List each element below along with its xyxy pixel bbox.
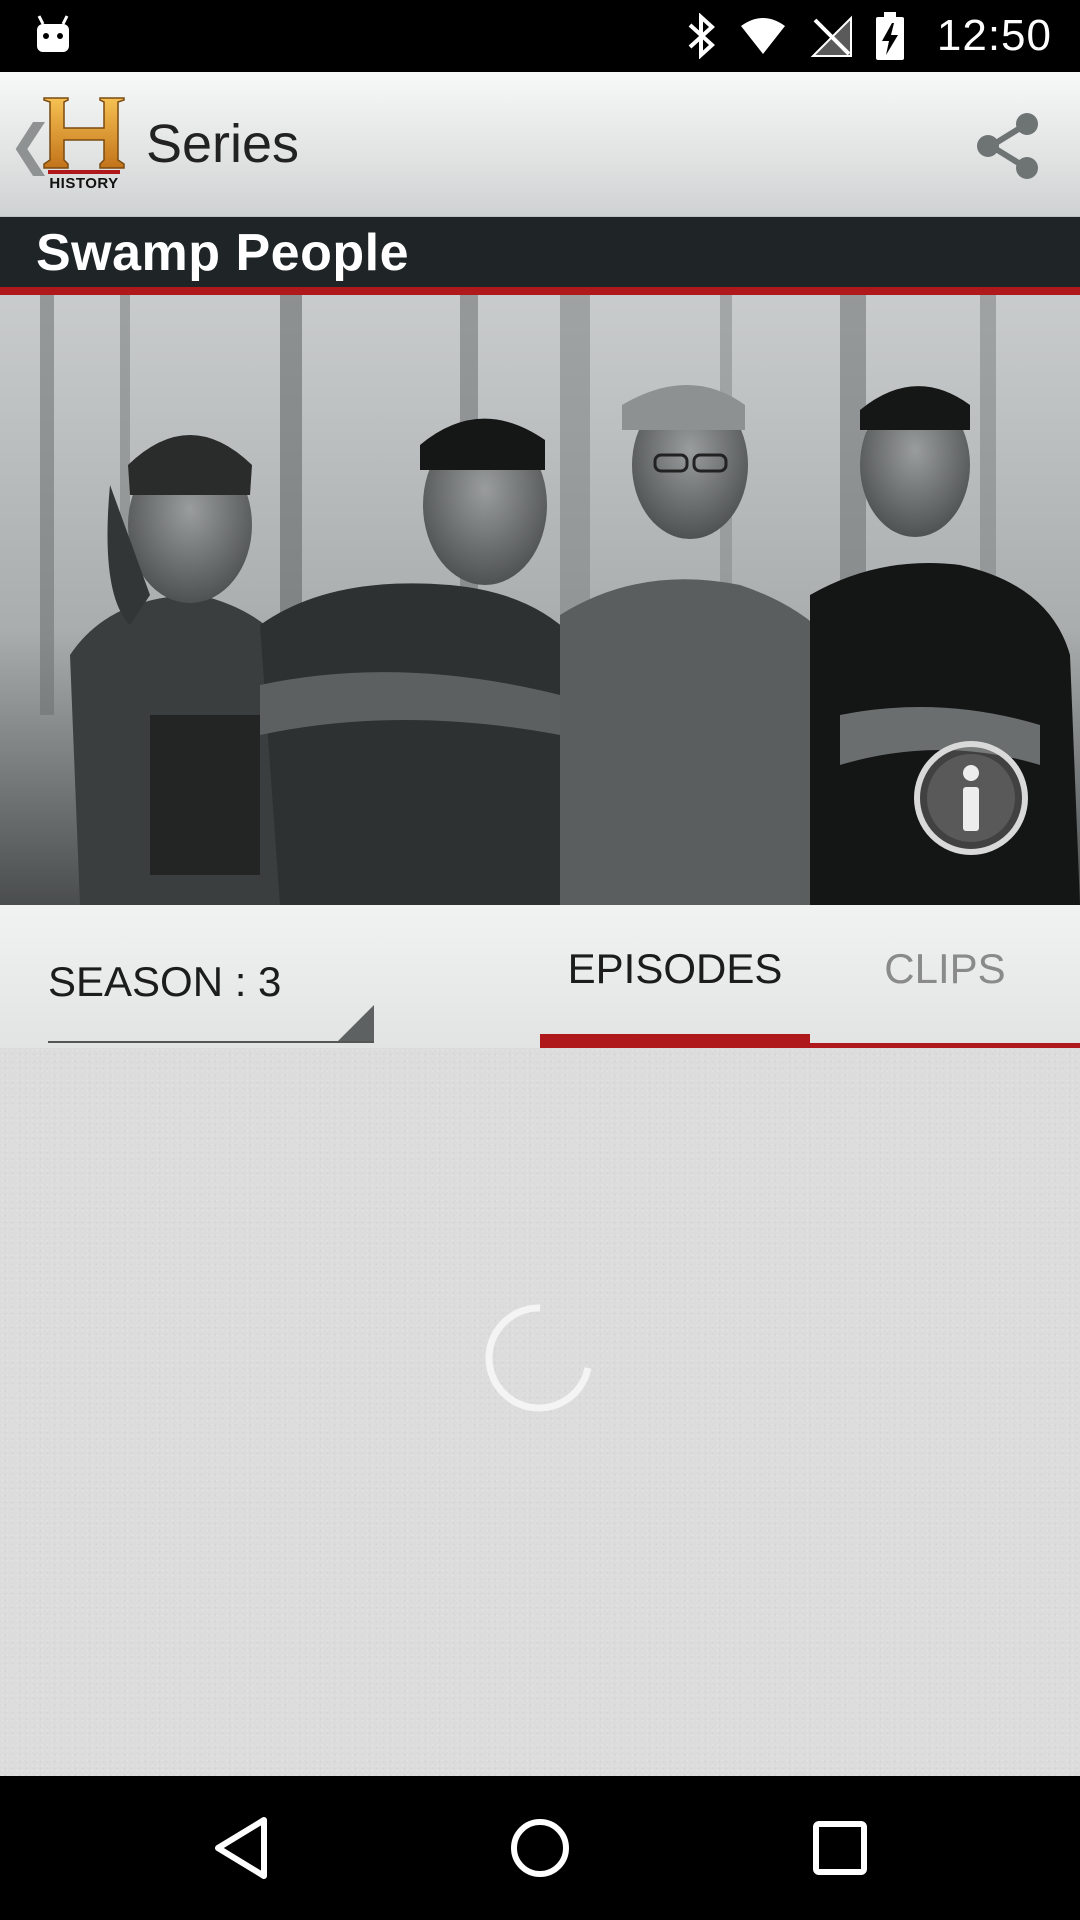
- tab-selected-indicator: [540, 1034, 810, 1048]
- season-tab-row: SEASON : 3 EPISODES CLIPS: [0, 905, 1080, 1048]
- clock: 12:50: [936, 11, 1052, 60]
- system-nav-bar: [0, 1776, 1080, 1920]
- show-title: Swamp People: [36, 224, 409, 282]
- tab-clips[interactable]: CLIPS: [810, 905, 1080, 1048]
- bluetooth-icon: [688, 13, 715, 59]
- status-bar: 12:50: [0, 0, 1080, 72]
- tab-clips-label: CLIPS: [884, 944, 1006, 992]
- episodes-list-area: [0, 1048, 1080, 1776]
- status-icons: 12:50: [687, 0, 1052, 72]
- android-debug-icon: [37, 15, 69, 52]
- tab-episodes-label: EPISODES: [567, 944, 783, 992]
- back-triangle-icon[interactable]: [206, 1812, 278, 1884]
- no-signal-icon: [810, 15, 852, 57]
- show-title-bar: Swamp People: [0, 217, 1080, 295]
- action-bar: ❮ HISTORY Series: [0, 72, 1080, 217]
- history-logo[interactable]: HISTORY: [38, 94, 130, 194]
- battery-charging-icon: [875, 12, 904, 60]
- season-dropdown[interactable]: SEASON : 3: [48, 955, 374, 1043]
- season-label: SEASON : 3: [48, 958, 282, 1005]
- wifi-icon: [740, 18, 785, 54]
- recents-square-icon[interactable]: [804, 1812, 876, 1884]
- tab-episodes[interactable]: EPISODES: [540, 905, 810, 1048]
- show-hero-image: [0, 295, 1080, 905]
- logo-wordmark: HISTORY: [49, 175, 119, 192]
- share-icon: [977, 113, 1038, 179]
- dropdown-corner-icon: [338, 1005, 374, 1041]
- loading-spinner-icon: [485, 1304, 592, 1412]
- history-h-icon: [43, 97, 125, 174]
- share-button[interactable]: [970, 108, 1046, 184]
- info-icon[interactable]: [912, 739, 1030, 857]
- home-circle-icon[interactable]: [504, 1812, 576, 1884]
- screen-title: Series: [146, 114, 300, 174]
